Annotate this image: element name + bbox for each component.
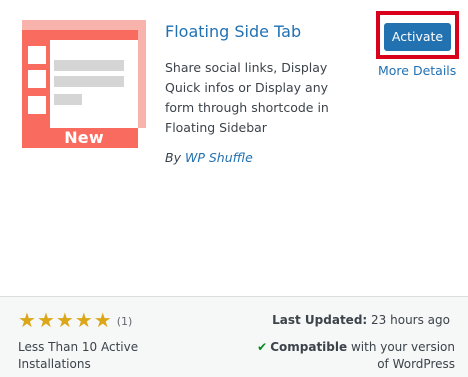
plugin-card-bottom: ★ ★ ★ ★ ★ (1) Less Than 10 Active Instal… [0,296,468,377]
active-installs: Less Than 10 Active Installations [18,340,139,371]
compatible-text: with your version of WordPress [350,340,455,371]
thumbnail-banner: New Released [42,128,126,166]
compatibility: ✔ Compatible with your version of WordPre… [250,339,455,373]
plugin-title[interactable]: Floating Side Tab [165,22,301,41]
rating-count[interactable]: (1) [117,315,133,328]
last-updated-value: 23 hours ago [371,313,450,327]
last-updated-label: Last Updated: [272,313,368,327]
thumbnail-tab [28,70,46,88]
author-prefix: By [165,150,181,165]
star-icon: ★ [55,310,74,332]
plugin-author: By WP Shuffle [165,150,253,165]
plugin-card-top: New Released Floating Side Tab Share soc… [0,0,468,296]
thumbnail-line [54,60,124,71]
author-link[interactable]: WP Shuffle [185,150,253,165]
activate-button[interactable]: Activate [384,23,451,51]
thumbnail-tab [28,96,46,114]
star-rating: ★ ★ ★ ★ ★ (1) [18,311,132,331]
more-details-link[interactable]: More Details [378,63,456,78]
plugin-description: Share social links, Display Quick infos … [165,60,329,135]
activate-highlight: Activate [376,11,459,59]
thumbnail-line [54,76,124,87]
thumbnail-line [54,94,82,105]
star-icon: ★ [74,310,93,332]
plugin-thumbnail[interactable]: New Released [20,20,148,166]
compatible-label: Compatible [270,340,348,354]
plugin-card: New Released Floating Side Tab Share soc… [0,0,468,377]
star-icon: ★ [18,310,36,332]
last-updated: Last Updated: 23 hours ago [272,313,450,327]
checkmark-icon: ✔ [257,340,268,354]
star-icon: ★ [36,310,55,332]
thumbnail-tab [28,46,46,64]
star-icon: ★ [93,310,112,332]
